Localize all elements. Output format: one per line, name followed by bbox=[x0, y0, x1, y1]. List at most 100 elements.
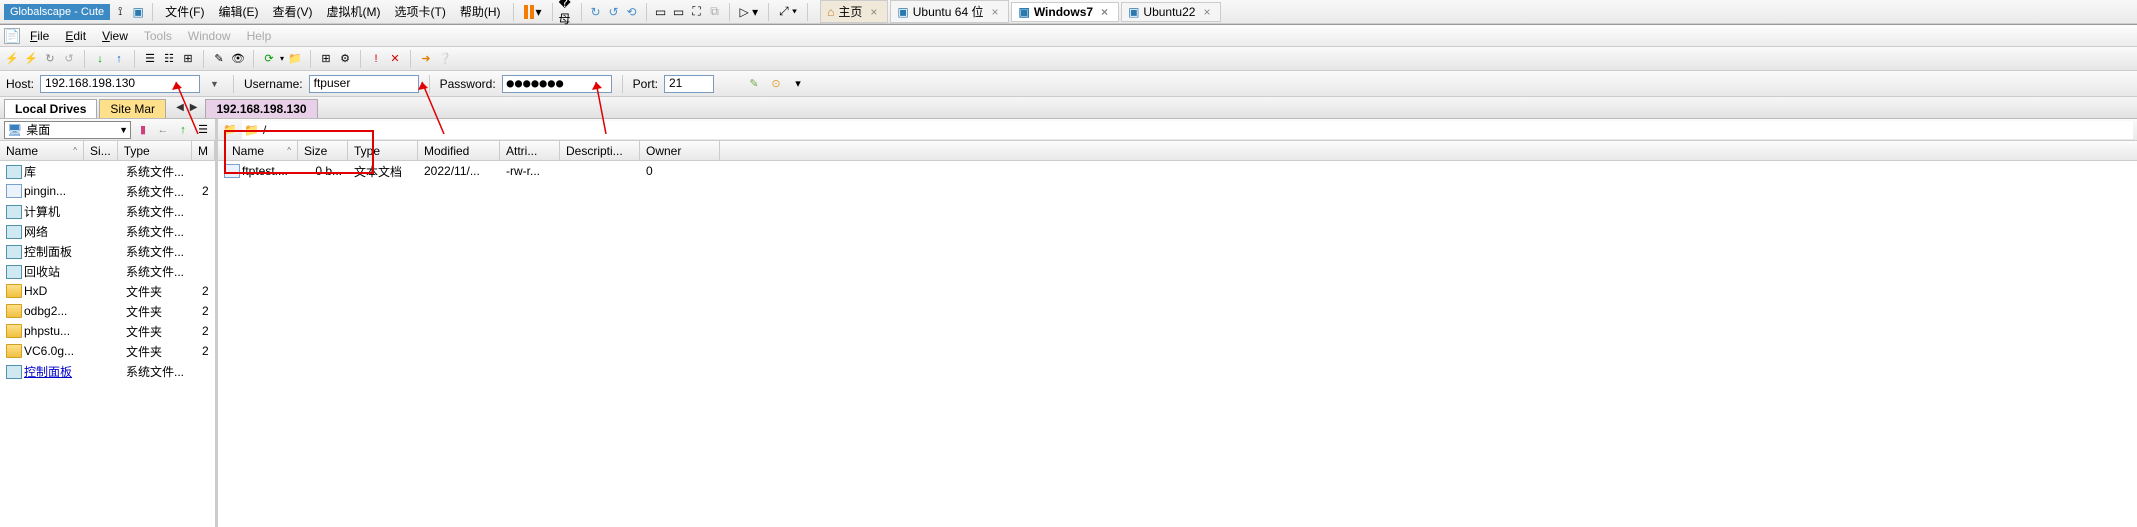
close-icon[interactable]: × bbox=[1101, 5, 1108, 19]
close-icon[interactable]: × bbox=[1203, 5, 1210, 19]
up-folder-icon[interactable]: 📁 bbox=[222, 122, 238, 138]
ftp-menu-tools[interactable]: Tools bbox=[138, 27, 178, 45]
ftp-menu-window[interactable]: Window bbox=[182, 27, 237, 45]
vm-menu-vm[interactable]: 虚拟机(M) bbox=[321, 1, 387, 22]
list-icon[interactable]: ☰ bbox=[195, 122, 211, 138]
help-icon[interactable]: ❔ bbox=[437, 51, 453, 67]
ftp-tab-local[interactable]: Local Drives bbox=[4, 99, 97, 118]
close-icon[interactable]: × bbox=[870, 5, 877, 19]
col-descripti...[interactable]: Descripti... bbox=[560, 141, 640, 160]
ftp-menu-file[interactable]: File bbox=[24, 27, 55, 45]
col-owner[interactable]: Owner bbox=[640, 141, 720, 160]
file-row[interactable]: 计算机系统文件... bbox=[0, 201, 215, 221]
vm-pause-button[interactable]: ▾ bbox=[520, 3, 546, 21]
quickconnect-icon[interactable]: ✎ bbox=[746, 76, 762, 92]
col-name[interactable]: Name^ bbox=[0, 141, 84, 160]
ftp-tab-remote[interactable]: 192.168.198.130 bbox=[205, 99, 317, 118]
tab-prev-icon[interactable]: ◀ bbox=[174, 102, 186, 113]
username-input[interactable]: ftpuser bbox=[309, 75, 419, 93]
vm-tab-ubuntu22[interactable]: ▣ Ubuntu22 × bbox=[1121, 2, 1221, 22]
dropdown-icon[interactable]: ▼ bbox=[119, 125, 128, 135]
col-size[interactable]: Si... bbox=[84, 141, 118, 160]
vm-snapshot3-icon[interactable]: ⟲ bbox=[624, 4, 640, 20]
file-row[interactable]: VC6.0g...文件夹2 bbox=[0, 341, 215, 361]
col-name[interactable]: Name^ bbox=[218, 141, 298, 160]
list3-icon[interactable]: ⊞ bbox=[180, 51, 196, 67]
col-type[interactable]: Type bbox=[118, 141, 192, 160]
file-row[interactable]: pingin...系统文件...2 bbox=[0, 181, 215, 201]
tab-next-icon[interactable]: ▶ bbox=[188, 102, 200, 113]
ftp-menu-edit[interactable]: Edit bbox=[59, 27, 92, 45]
file-row[interactable]: odbg2...文件夹2 bbox=[0, 301, 215, 321]
vm-menu-file[interactable]: 文件(F) bbox=[159, 1, 210, 22]
dropdown2-icon[interactable]: ▾ bbox=[790, 76, 806, 92]
file-row[interactable]: ftptest....0 b...文本文档2022/11/...-rw-r...… bbox=[218, 161, 2137, 181]
view-icon[interactable]: 👁 bbox=[230, 51, 246, 67]
newfolder-icon[interactable]: 📁 bbox=[287, 51, 303, 67]
abort-icon[interactable]: ! bbox=[368, 51, 384, 67]
options-icon[interactable]: ⊙ bbox=[768, 76, 784, 92]
close-icon[interactable]: × bbox=[991, 5, 998, 19]
col-attri...[interactable]: Attri... bbox=[500, 141, 560, 160]
port-input[interactable]: 21 bbox=[664, 75, 714, 93]
col-size[interactable]: Size bbox=[298, 141, 348, 160]
vm-menu-tabs[interactable]: 选项卡(T) bbox=[389, 1, 452, 22]
delete-icon[interactable]: ✕ bbox=[387, 51, 403, 67]
schedule-icon[interactable]: ⊞ bbox=[318, 51, 334, 67]
bookmark-icon[interactable]: ▮ bbox=[135, 122, 151, 138]
file-row[interactable]: phpstu...文件夹2 bbox=[0, 321, 215, 341]
vm-window2-icon[interactable]: ▭ bbox=[671, 4, 687, 20]
remote-file-list[interactable]: ftptest....0 b...文本文档2022/11/...-rw-r...… bbox=[218, 161, 2137, 527]
vm-menu-help[interactable]: 帮助(H) bbox=[454, 1, 507, 22]
disconnect-icon[interactable]: ⚡ bbox=[23, 51, 39, 67]
file-row[interactable]: 库系统文件... bbox=[0, 161, 215, 181]
download-icon[interactable]: ↓ bbox=[92, 51, 108, 67]
local-file-list[interactable]: 库系统文件...pingin...系统文件...2计算机系统文件...网络系统文… bbox=[0, 161, 215, 527]
back-icon[interactable]: ← bbox=[155, 122, 171, 138]
col-type[interactable]: Type bbox=[348, 141, 418, 160]
monitor-icon[interactable]: ▣ bbox=[130, 4, 146, 20]
vm-snapshot2-icon[interactable]: ↺ bbox=[606, 4, 622, 20]
reconnect2-icon[interactable]: ↺ bbox=[61, 51, 77, 67]
ftp-tab-sitemanager[interactable]: Site Mar bbox=[99, 99, 166, 118]
go-icon[interactable]: ➜ bbox=[418, 51, 434, 67]
file-row[interactable]: 控制面板系统文件... bbox=[0, 241, 215, 261]
new-doc-icon[interactable]: 📄 bbox=[4, 28, 20, 44]
vm-tab-windows7[interactable]: ▣ Windows7 × bbox=[1011, 2, 1119, 22]
thumbtack-icon[interactable]: ⟟ bbox=[112, 4, 128, 20]
vm-fullscreen-icon[interactable]: ⛶ bbox=[689, 4, 705, 20]
vm-send-icon[interactable]: �母 bbox=[559, 4, 575, 20]
file-row[interactable]: 控制面板系统文件... bbox=[0, 361, 215, 381]
vm-console-button[interactable]: ▷ ▾ bbox=[736, 3, 763, 21]
vm-window1-icon[interactable]: ▭ bbox=[653, 4, 669, 20]
dropdown-icon[interactable]: ▼ bbox=[206, 79, 223, 89]
up-icon[interactable]: ↑ bbox=[175, 122, 191, 138]
file-row[interactable]: HxD文件夹2 bbox=[0, 281, 215, 301]
password-input[interactable]: ●●●●●●● bbox=[502, 75, 612, 93]
vm-tab-home[interactable]: ⌂ 主页 × bbox=[820, 0, 888, 23]
ftp-menu-view[interactable]: View bbox=[96, 27, 134, 45]
file-row[interactable]: 网络系统文件... bbox=[0, 221, 215, 241]
wizard-icon[interactable]: ⚙ bbox=[337, 51, 353, 67]
upload-icon[interactable]: ↑ bbox=[111, 51, 127, 67]
vm-menu-view[interactable]: 查看(V) bbox=[267, 1, 319, 22]
sys-icon bbox=[6, 265, 22, 279]
connect-icon[interactable]: ⚡ bbox=[4, 51, 20, 67]
ftp-menu-help[interactable]: Help bbox=[241, 27, 278, 45]
vm-tab-ubuntu64[interactable]: ▣ Ubuntu 64 位 × bbox=[890, 0, 1009, 23]
list-icon[interactable]: ☰ bbox=[142, 51, 158, 67]
refresh-icon[interactable]: ⟳ bbox=[261, 51, 277, 67]
vm-menu-edit[interactable]: 编辑(E) bbox=[213, 1, 265, 22]
reconnect-icon[interactable]: ↻ bbox=[42, 51, 58, 67]
list2-icon[interactable]: ☷ bbox=[161, 51, 177, 67]
vm-expand-button[interactable]: ⤢ ▾ bbox=[775, 2, 801, 21]
file-row[interactable]: 回收站系统文件... bbox=[0, 261, 215, 281]
edit-icon[interactable]: ✎ bbox=[211, 51, 227, 67]
vm-unity-icon[interactable]: ⧉ bbox=[707, 4, 723, 20]
col-modified[interactable]: Modified bbox=[418, 141, 500, 160]
remote-path-combo[interactable]: 📁 / bbox=[242, 121, 2133, 139]
col-modified[interactable]: M bbox=[192, 141, 215, 160]
host-input[interactable]: 192.168.198.130 bbox=[40, 75, 200, 93]
vm-snapshot-icon[interactable]: ↻ bbox=[588, 4, 604, 20]
local-path-combo[interactable]: 🖥 桌面 ▼ bbox=[4, 121, 131, 139]
